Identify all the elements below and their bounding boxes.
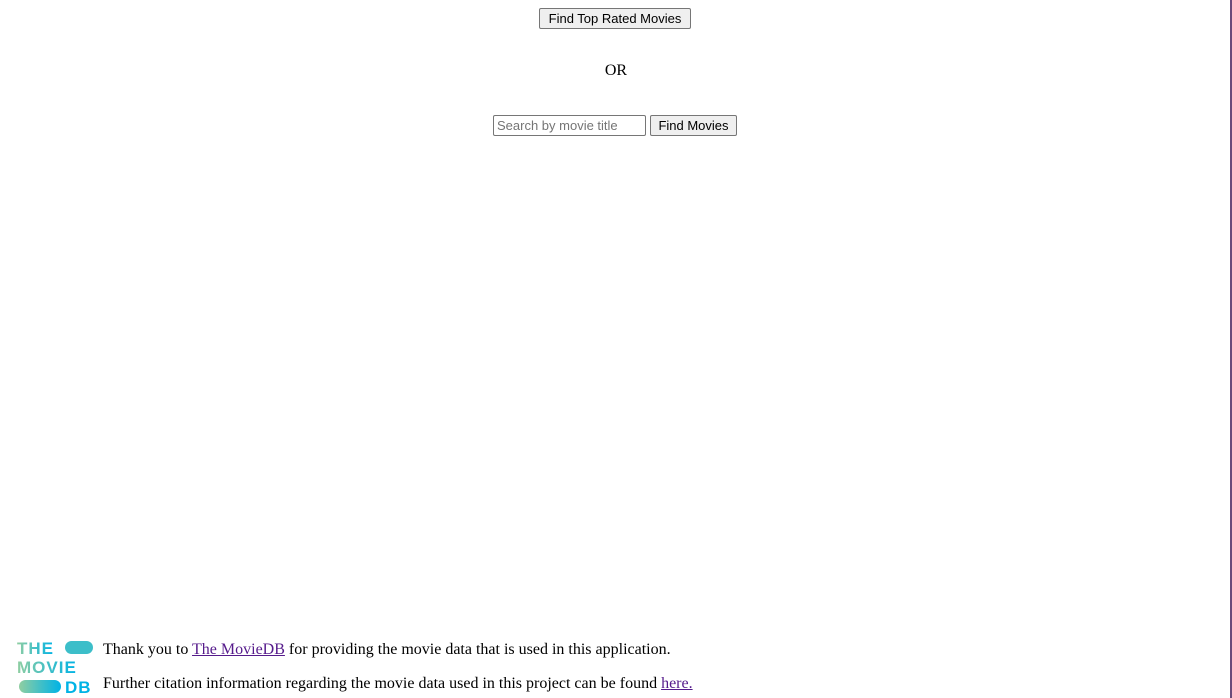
or-separator: OR	[604, 62, 628, 79]
footer: THE MOVIE DB Thank you to The MovieDB fo…	[17, 638, 717, 696]
svg-text:MOVIE: MOVIE	[17, 658, 77, 677]
attribution-suffix: for providing the movie data that is use…	[284, 641, 671, 658]
citation-text: Further citation information regarding t…	[103, 675, 662, 692]
svg-text:DB: DB	[65, 678, 92, 696]
page: Find Top Rated Movies OR Find Movies THE…	[0, 0, 1232, 698]
citation-here-link[interactable]: here.	[661, 675, 693, 692]
attribution-prefix: Thank you to	[103, 641, 193, 658]
moviedb-link[interactable]: The MovieDB	[192, 641, 285, 658]
movie-title-search-input[interactable]	[493, 115, 646, 136]
tmdb-logo: THE MOVIE DB	[17, 639, 93, 696]
svg-text:THE: THE	[17, 639, 54, 658]
attribution-line: Thank you to The MovieDB for providing t…	[103, 641, 671, 659]
find-movies-button[interactable]: Find Movies	[650, 115, 737, 136]
find-top-rated-movies-button[interactable]: Find Top Rated Movies	[539, 8, 691, 29]
citation-line: Further citation information regarding t…	[103, 675, 693, 693]
